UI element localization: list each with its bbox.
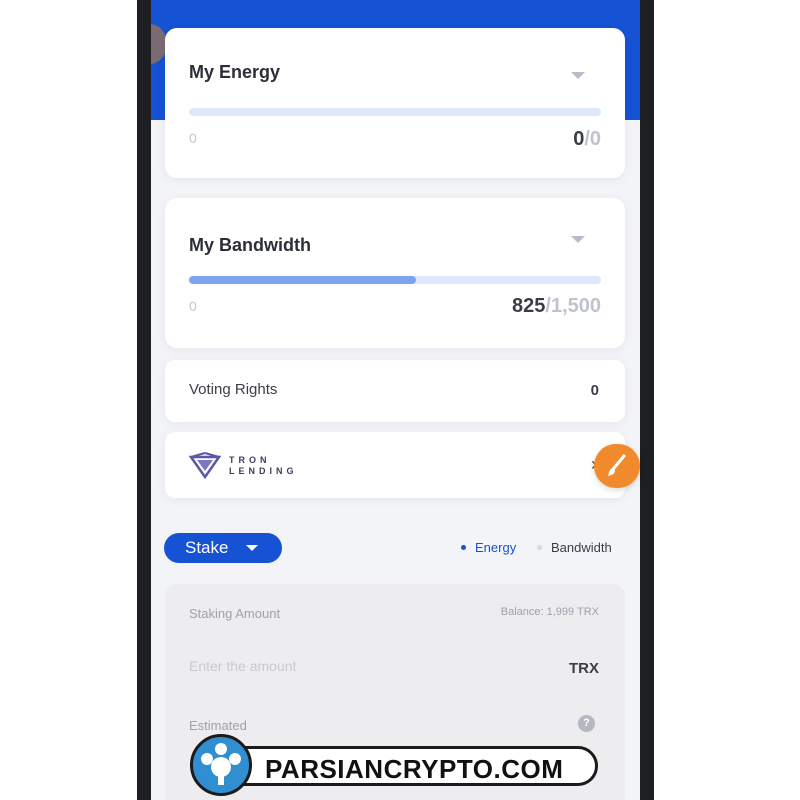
energy-title: My Energy [189,62,281,82]
page: My Energy 0 0/0 My Bandwidth 0 825/1,500 [0,0,800,800]
tron-logo-text-1: TRON [229,455,271,465]
device-frame-left [137,0,151,800]
radio-energy[interactable]: Energy [461,540,516,555]
caret-down-icon[interactable] [571,72,585,79]
tron-logo-text-2: LENDING [229,466,298,476]
radio-dot-icon [461,545,466,551]
watermark-logo [190,734,252,796]
bandwidth-title: My Bandwidth [189,235,311,255]
amount-unit: TRX [569,660,599,677]
stake-mode-dropdown[interactable]: Stake [164,533,282,563]
tron-lending-logo: TRON LENDING [188,451,309,481]
voting-rights-row[interactable]: Voting Rights 0 [165,360,625,422]
bandwidth-ratio: 825/1,500 [512,295,601,318]
bandwidth-min-label: 0 [189,298,197,314]
bandwidth-progress-fill [189,276,416,284]
estimated-label: Estimated [189,718,247,733]
bandwidth-progress-bar [189,276,601,284]
tree-icon [201,743,241,785]
energy-total: /0 [584,128,601,150]
bandwidth-used: 825 [512,295,546,317]
brush-fab-button[interactable] [594,444,640,488]
caret-down-icon [246,545,258,551]
watermark-text: PARSIANCRYPTO.COM [265,754,564,784]
energy-ratio: 0/0 [573,128,601,151]
watermark-pill: PARSIANCRYPTO.COM [214,746,598,786]
staking-amount-label: Staking Amount [189,606,281,621]
voting-rights-label: Voting Rights [189,381,278,398]
device-frame-right [640,0,654,800]
energy-card: My Energy 0 0/0 [165,28,625,178]
watermark: PARSIANCRYPTO.COM [190,734,600,796]
bandwidth-total: /1,500 [545,295,601,317]
energy-progress-bar [189,108,601,116]
staking-amount-input[interactable] [189,658,489,674]
energy-min-label: 0 [189,130,197,146]
balance-text: Balance: 1,999 TRX [500,606,599,618]
caret-down-icon[interactable] [571,236,585,243]
stake-mode-label: Stake [185,538,229,557]
voting-rights-value: 0 [590,382,599,399]
radio-bandwidth-label: Bandwidth [551,540,612,555]
help-circle-icon[interactable]: ? [578,715,595,732]
energy-used: 0 [573,128,585,150]
radio-dot-icon [537,545,542,551]
radio-bandwidth[interactable]: Bandwidth [537,540,612,555]
tron-lending-row[interactable]: TRON LENDING › [165,432,625,498]
radio-energy-label: Energy [475,540,517,555]
bandwidth-card: My Bandwidth 0 825/1,500 [165,198,625,348]
app-screen: My Energy 0 0/0 My Bandwidth 0 825/1,500 [151,0,640,800]
brush-icon [608,454,626,476]
tron-lending-logo-mark [188,452,222,480]
